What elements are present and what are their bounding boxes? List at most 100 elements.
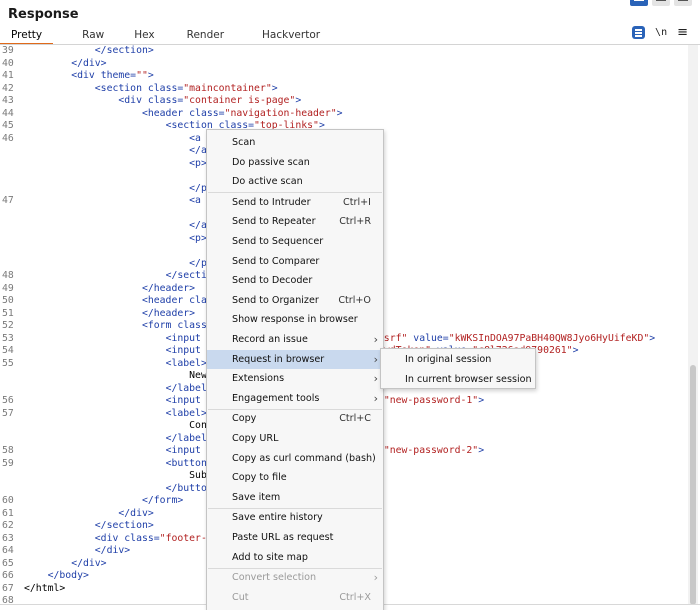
code-token: <div bbox=[94, 532, 125, 544]
line-number: 40 bbox=[2, 57, 14, 69]
line-number: 63 bbox=[2, 532, 14, 544]
menu-item-copy-to-file[interactable]: Copy to file bbox=[207, 468, 383, 488]
line-number: 45 bbox=[2, 120, 14, 131]
line-number: 46 bbox=[2, 132, 14, 144]
menu-item-send-to-decoder[interactable]: Send to Decoder bbox=[207, 271, 383, 291]
tab-raw[interactable]: Raw bbox=[71, 26, 115, 44]
code-token: <label> bbox=[165, 407, 207, 419]
menu-item-label: Copy bbox=[232, 413, 257, 425]
code-token: </div> bbox=[71, 57, 107, 69]
menu-item-send-to-comparer[interactable]: Send to Comparer bbox=[207, 252, 383, 272]
menu-item-do-passive-scan[interactable]: Do passive scan bbox=[207, 153, 383, 173]
code-token: </body> bbox=[47, 570, 89, 581]
tab-render[interactable]: Render bbox=[176, 26, 235, 44]
menu-item-add-to-site-map[interactable]: Add to site map bbox=[207, 548, 383, 568]
code-token: </html> bbox=[24, 582, 66, 594]
menu-item-label: Send to Sequencer bbox=[232, 236, 324, 247]
editor-tools: \n ≡ bbox=[632, 26, 688, 39]
submenu-item-in-original-session[interactable]: In original session bbox=[381, 350, 535, 370]
code-token: "kWKSInDOA97PaBH40QW8Jyo6HyUifeKD" bbox=[448, 332, 650, 344]
code-token: class= bbox=[147, 95, 184, 106]
request-in-browser-submenu: In original session In current browser se… bbox=[380, 348, 536, 389]
pretty-print-icon[interactable] bbox=[632, 26, 646, 39]
menu-item-paste-url-as-request[interactable]: Paste URL as request bbox=[207, 528, 383, 548]
layout-horizontal-button[interactable] bbox=[652, 0, 670, 6]
code-text: </form> bbox=[24, 495, 183, 508]
menu-item-copy-as-curl-command-bash[interactable]: Copy as curl command (bash) bbox=[207, 449, 383, 469]
menu-item-label: Record an issue bbox=[232, 334, 308, 345]
code-token: > bbox=[147, 70, 154, 81]
menu-item-label: Copy to file bbox=[232, 472, 287, 484]
menu-item-scan[interactable]: Scan bbox=[207, 133, 383, 153]
menu-item-extensions[interactable]: Extensions › bbox=[207, 369, 383, 389]
menu-item-show-response-in-browser[interactable]: Show response in browser bbox=[207, 310, 383, 330]
menu-item-send-to-intruder[interactable]: Send to Intruder Ctrl+I bbox=[207, 193, 383, 213]
chevron-right-icon: › bbox=[373, 352, 378, 366]
menu-item-label: Engagement tools bbox=[232, 392, 320, 404]
menu-item-do-active-scan[interactable]: Do active scan bbox=[207, 172, 383, 192]
line-number: 54 bbox=[2, 345, 14, 356]
layout-vertical-button[interactable] bbox=[674, 0, 692, 6]
layout-split-button[interactable] bbox=[630, 0, 648, 6]
menu-item-copy[interactable]: Copy Ctrl+C bbox=[207, 409, 383, 429]
submenu-item-in-current-browser-session[interactable]: In current browser session bbox=[381, 370, 535, 390]
code-token: <header bbox=[141, 295, 190, 306]
code-text: <div class="container is-page"> bbox=[24, 95, 301, 108]
code-text: </div> bbox=[24, 57, 107, 71]
code-token: > bbox=[271, 82, 278, 94]
code-token: > bbox=[295, 95, 302, 106]
code-token: <input bbox=[165, 345, 207, 356]
code-token: </section> bbox=[94, 45, 154, 56]
code-token: > bbox=[336, 107, 343, 119]
line-number: 48 bbox=[2, 270, 14, 281]
menu-item-label: Show response in browser bbox=[232, 314, 358, 326]
code-token: </header> bbox=[141, 282, 196, 294]
menu-item-send-to-organizer[interactable]: Send to Organizer Ctrl+O bbox=[207, 291, 383, 311]
code-token: "maincontainer" bbox=[183, 82, 272, 94]
tab-hackvertor[interactable]: Hackvertor bbox=[251, 26, 331, 44]
menu-item-request-in-browser[interactable]: Request in browser › bbox=[207, 349, 383, 370]
menu-item-label: Send to Decoder bbox=[232, 275, 313, 287]
scrollbar-thumb[interactable] bbox=[690, 365, 696, 605]
code-token: </header> bbox=[141, 307, 196, 319]
line-number: 43 bbox=[2, 95, 14, 106]
code-text: Submit bbox=[24, 470, 224, 483]
menu-item-record-an-issue[interactable]: Record an issue › bbox=[207, 330, 383, 350]
menu-item-label: Save item bbox=[232, 491, 281, 503]
menu-item-label: Save entire history bbox=[232, 512, 323, 524]
tab-pretty[interactable]: Pretty bbox=[0, 26, 54, 45]
menu-item-label: Cut bbox=[232, 591, 249, 603]
menu-item-engagement-tools[interactable]: Engagement tools › bbox=[207, 389, 383, 409]
code-token: > bbox=[572, 345, 579, 356]
newline-toggle-button[interactable]: \n bbox=[655, 27, 667, 38]
menu-item-save-item[interactable]: Save item bbox=[207, 488, 383, 508]
menu-item-save-entire-history[interactable]: Save entire history bbox=[207, 508, 383, 528]
line-number: 66 bbox=[2, 570, 14, 581]
code-token: class= bbox=[147, 82, 184, 94]
code-token: <a bbox=[189, 195, 207, 206]
menu-item-send-to-sequencer[interactable]: Send to Sequencer bbox=[207, 232, 383, 252]
code-token: <p> bbox=[189, 232, 207, 244]
code-text: <label> bbox=[24, 358, 207, 371]
menu-item-copy-url[interactable]: Copy URL bbox=[207, 429, 383, 449]
menu-icon[interactable]: ≡ bbox=[677, 26, 688, 39]
line-number: 61 bbox=[2, 507, 14, 519]
code-token: </div> bbox=[94, 545, 131, 556]
menu-item-send-to-repeater[interactable]: Send to Repeater Ctrl+R bbox=[207, 212, 383, 232]
line-number: 58 bbox=[2, 445, 14, 456]
tab-hex[interactable]: Hex bbox=[123, 26, 165, 44]
panel-title: Response bbox=[8, 7, 79, 22]
